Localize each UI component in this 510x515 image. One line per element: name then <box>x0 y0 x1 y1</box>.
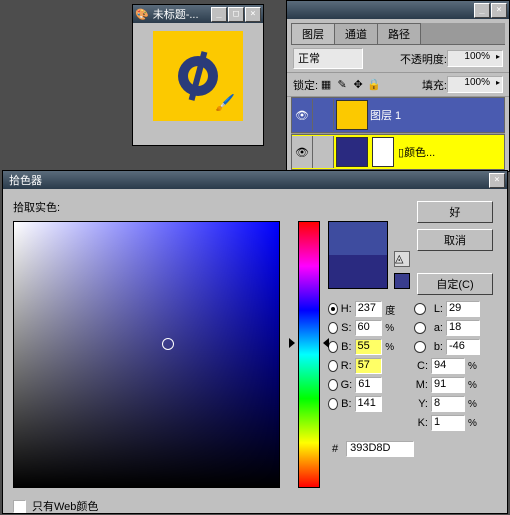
input-m[interactable]: 91 <box>431 377 465 393</box>
link-toggle[interactable] <box>313 136 334 168</box>
web-colors-checkbox[interactable] <box>13 500 26 513</box>
unit-m: % <box>468 380 482 391</box>
lock-move-icon[interactable]: ✥ <box>352 79 364 91</box>
canvas[interactable]: 🖌️ <box>153 31 243 121</box>
web-colors-label: 只有Web颜色 <box>32 498 98 514</box>
input-bhsb[interactable]: 55 <box>355 339 383 355</box>
closest-color[interactable] <box>394 273 410 289</box>
label-g: G: <box>341 379 353 391</box>
input-l[interactable]: 29 <box>446 301 480 317</box>
radio-r[interactable] <box>328 360 338 372</box>
input-brgb[interactable]: 141 <box>355 396 383 412</box>
tab-channels[interactable]: 通道 <box>334 23 378 44</box>
radio-brgb[interactable] <box>328 398 338 410</box>
label-r: R: <box>341 360 352 372</box>
hue-pointer-left[interactable] <box>289 338 295 348</box>
layer-row[interactable]: 👁 ▯ 颜色... <box>291 134 505 170</box>
input-s[interactable]: 60 <box>355 320 383 336</box>
fill-label: 填充: <box>422 77 447 93</box>
color-swatch <box>328 221 388 289</box>
label-l: L: <box>429 303 443 315</box>
label-b: b: <box>429 341 443 353</box>
label-a: a: <box>429 322 443 334</box>
unit-bhsb: % <box>385 342 396 353</box>
tab-paths[interactable]: 路径 <box>377 23 421 44</box>
field-marker[interactable] <box>162 338 174 350</box>
unit-y: % <box>468 399 482 410</box>
input-y[interactable]: 8 <box>431 396 465 412</box>
picker-close-button[interactable]: × <box>489 173 505 188</box>
hue-pointer-right[interactable] <box>323 338 329 348</box>
custom-button[interactable]: 自定(C) <box>417 273 493 295</box>
ok-button[interactable]: 好 <box>417 201 493 223</box>
radio-bhsb[interactable] <box>328 341 338 353</box>
color-field[interactable] <box>13 221 280 488</box>
radio-h[interactable] <box>328 303 338 315</box>
visibility-toggle[interactable]: 👁 <box>292 136 313 168</box>
unit-s: % <box>385 323 396 334</box>
label-s: S: <box>341 322 352 334</box>
link-toggle[interactable] <box>313 99 334 131</box>
radio-a[interactable] <box>414 322 426 334</box>
minimize-button[interactable]: _ <box>211 7 227 22</box>
unit-h: 度 <box>385 302 396 317</box>
input-h[interactable]: 237 <box>355 301 383 317</box>
maximize-button[interactable]: □ <box>228 7 244 22</box>
radio-l[interactable] <box>414 303 426 315</box>
radio-s[interactable] <box>328 322 338 334</box>
input-c[interactable]: 94 <box>431 358 465 374</box>
new-color[interactable] <box>329 222 387 255</box>
input-r[interactable]: 57 <box>355 358 383 374</box>
label-y: Y: <box>414 398 428 410</box>
unit-k: % <box>468 418 482 429</box>
label-bhsb: B: <box>341 341 352 353</box>
picker-title: 拾色器 <box>5 172 488 188</box>
input-k[interactable]: 1 <box>431 415 465 431</box>
opacity-input[interactable]: 100% <box>447 50 503 67</box>
radio-b[interactable] <box>414 341 426 353</box>
gamut-warning-icon[interactable]: ◬ <box>394 251 410 267</box>
radio-g[interactable] <box>328 379 338 391</box>
layer-thumb[interactable] <box>336 100 368 130</box>
hex-label: # <box>332 443 338 455</box>
lock-transparency-icon[interactable]: ▦ <box>320 79 332 91</box>
fill-input[interactable]: 100% <box>447 76 503 93</box>
blend-mode-select[interactable]: 正常 <box>293 48 363 69</box>
app-icon: 🎨 <box>135 8 149 21</box>
input-b[interactable]: -46 <box>446 339 480 355</box>
hue-slider[interactable] <box>298 221 320 488</box>
brush-icon: 🖌️ <box>215 93 235 113</box>
input-a[interactable]: 18 <box>446 320 480 336</box>
input-g[interactable]: 61 <box>355 377 382 393</box>
visibility-toggle[interactable]: 👁 <box>292 99 313 131</box>
cancel-button[interactable]: 取消 <box>417 229 493 251</box>
label-c: C: <box>414 360 428 372</box>
label-k: K: <box>414 417 428 429</box>
unit-c: % <box>468 361 482 372</box>
old-color[interactable] <box>329 255 387 288</box>
layer-name[interactable]: 颜色... <box>404 144 435 160</box>
lock-paint-icon[interactable]: ✎ <box>336 79 348 91</box>
label-m: M: <box>414 379 428 391</box>
close-button[interactable]: × <box>245 7 261 22</box>
lock-label: 锁定: <box>293 77 318 93</box>
layer-name[interactable]: 图层 1 <box>370 107 401 123</box>
label-h: H: <box>341 303 352 315</box>
label-brgb: B: <box>341 398 352 410</box>
mask-thumb[interactable] <box>372 137 394 167</box>
panel-min-button[interactable]: _ <box>474 3 490 18</box>
lock-all-icon[interactable]: 🔒 <box>368 79 380 91</box>
layer-thumb[interactable] <box>336 137 368 167</box>
panel-close-button[interactable]: × <box>491 3 507 18</box>
opacity-label: 不透明度: <box>400 51 447 67</box>
layer-row[interactable]: 👁 图层 1 <box>291 97 505 133</box>
hex-input[interactable]: 393D8D <box>346 441 414 457</box>
doc-title: 未标题-... <box>149 6 210 22</box>
tab-layers[interactable]: 图层 <box>291 23 335 44</box>
